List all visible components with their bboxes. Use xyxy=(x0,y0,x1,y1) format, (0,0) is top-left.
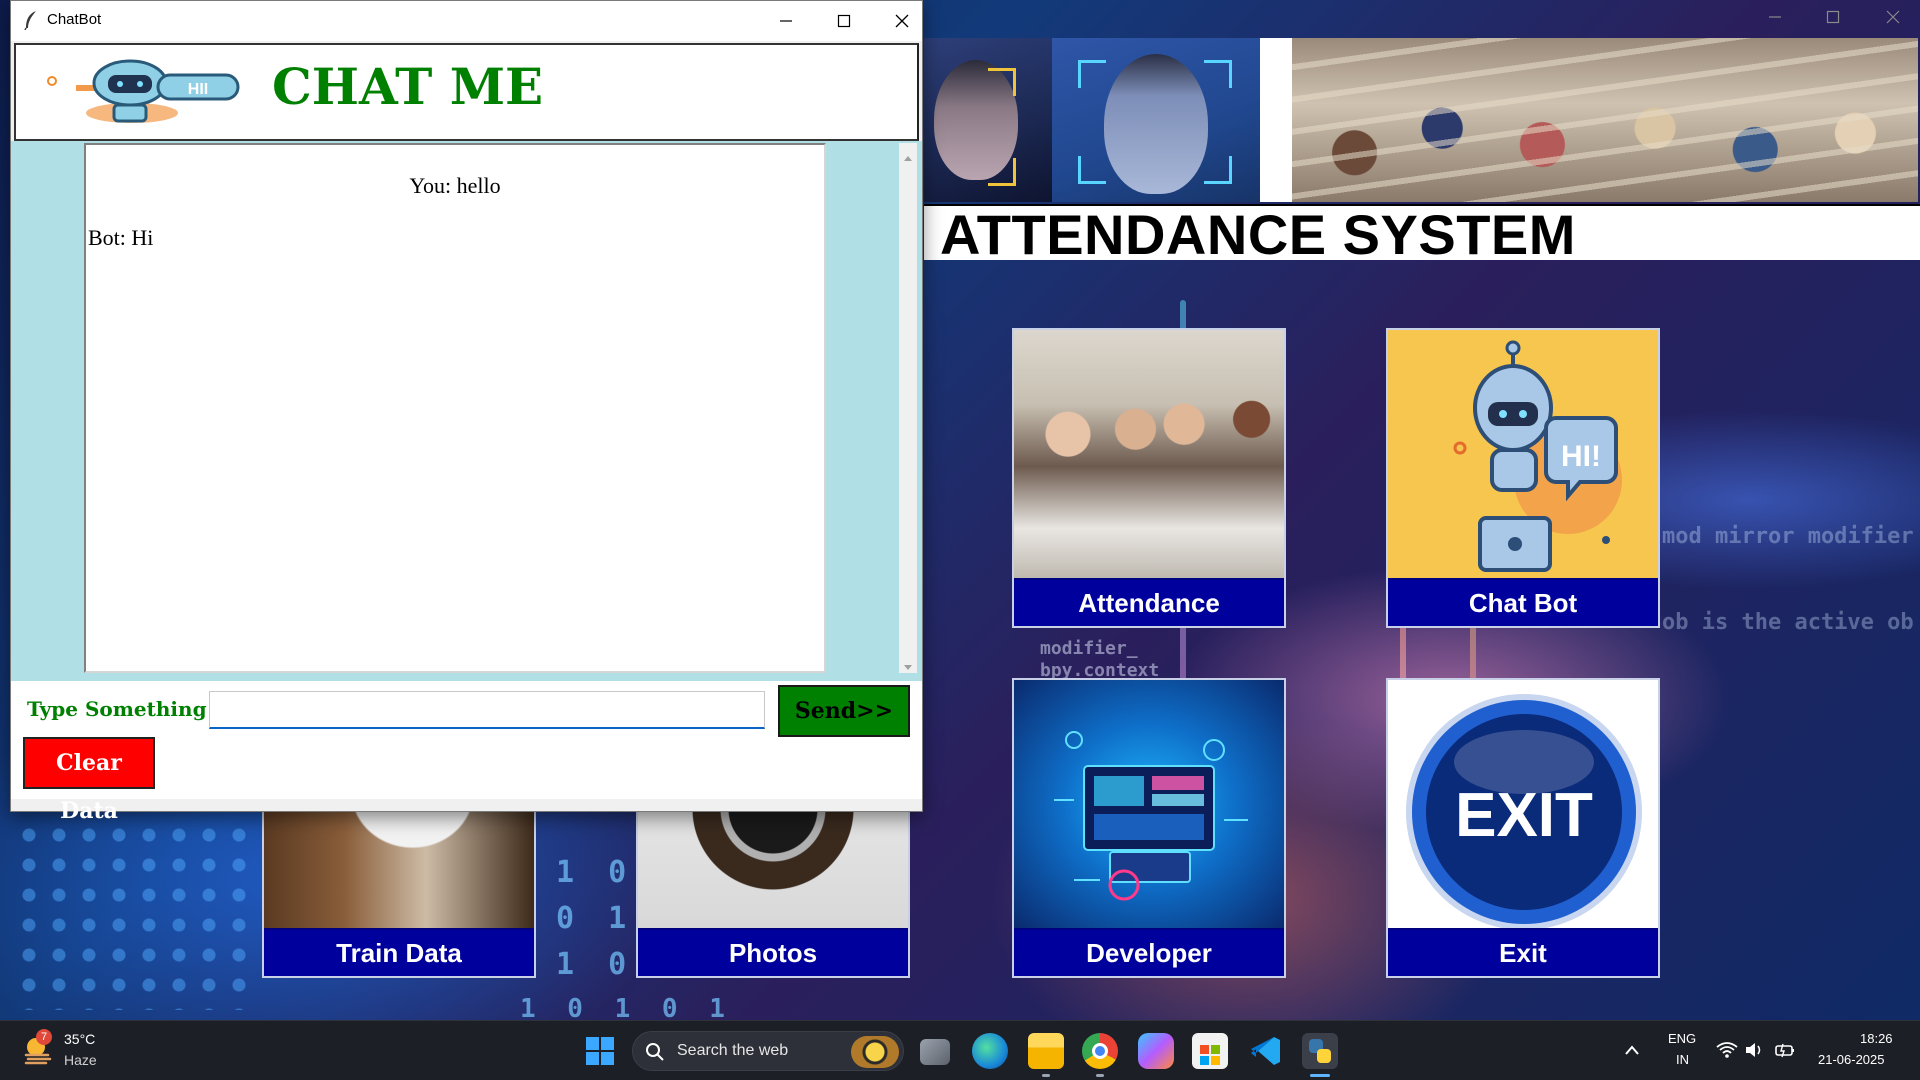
exit-tile[interactable]: EXIT Exit xyxy=(1386,678,1660,978)
chat-title: CHAT ME xyxy=(272,57,544,116)
app-title: ATTENDANCE SYSTEM xyxy=(940,203,1576,266)
file-explorer-icon[interactable] xyxy=(1028,1033,1064,1069)
developer-tile[interactable]: Developer xyxy=(1012,678,1286,978)
battery-icon[interactable] xyxy=(1774,1041,1796,1064)
weather-widget[interactable]: 7 xyxy=(22,1029,56,1067)
exit-image: EXIT xyxy=(1388,680,1658,928)
vscode-icon[interactable] xyxy=(1248,1033,1284,1069)
chat-scrollbar[interactable] xyxy=(899,143,917,673)
language-indicator[interactable]: ENG xyxy=(1668,1031,1696,1046)
message-input[interactable] xyxy=(209,691,765,729)
exit-label: Exit xyxy=(1388,930,1658,976)
edge-icon[interactable] xyxy=(972,1033,1008,1069)
scroll-up-icon[interactable] xyxy=(903,149,913,167)
volume-icon[interactable] xyxy=(1744,1041,1764,1064)
windows-start-icon[interactable] xyxy=(582,1033,618,1069)
bg-dots xyxy=(14,820,254,1010)
chat-body: You: hello Bot: Hi xyxy=(11,141,922,681)
app-title-bar: ATTENDANCE SYSTEM xyxy=(924,203,1920,266)
maximize-icon[interactable] xyxy=(821,5,867,37)
chatbot-window-title: ChatBot xyxy=(47,11,102,28)
attendance-label: Attendance xyxy=(1014,580,1284,626)
search-highlight-icon xyxy=(851,1036,899,1068)
store-icon[interactable] xyxy=(1192,1033,1228,1069)
chat-input-area: Type Something Send>> Clear Data xyxy=(11,681,922,824)
developer-image xyxy=(1014,680,1284,928)
chat-header: HII CHAT ME xyxy=(14,43,919,141)
feather-icon xyxy=(23,10,39,35)
search-icon xyxy=(645,1042,665,1067)
minimize-icon[interactable] xyxy=(763,5,809,37)
chatbot-window: ChatBot HII CHAT ME You: hello Bot: Hi T… xyxy=(10,0,923,824)
running-indicator xyxy=(1096,1074,1104,1077)
bg-binary: 1 0 1 0 1 xyxy=(520,994,733,1020)
search-placeholder: Search the web xyxy=(677,1042,789,1059)
chat-bot-label: Chat Bot xyxy=(1388,580,1658,626)
chatbot-image: HI! xyxy=(1388,330,1658,578)
weather-badge: 7 xyxy=(36,1029,52,1045)
close-icon[interactable] xyxy=(1886,8,1900,29)
classroom-header-image xyxy=(1292,38,1918,202)
face-recognition-image-female xyxy=(924,38,1052,202)
chevron-up-icon[interactable] xyxy=(1624,1043,1640,1061)
chatbot-titlebar: ChatBot xyxy=(11,1,922,41)
chatbot-art-text: HI! xyxy=(1561,440,1601,473)
region-indicator[interactable]: IN xyxy=(1676,1052,1689,1067)
taskbar: 7 35°C Haze Search the web ENG IN 18:26 … xyxy=(0,1020,1920,1080)
maximize-icon[interactable] xyxy=(1826,8,1840,29)
bg-code-line: mod mirror modifier xyxy=(1662,524,1914,549)
weather-temp: 35°C xyxy=(64,1031,96,1047)
robot-logo: HII xyxy=(42,57,252,132)
clock-time[interactable]: 18:26 xyxy=(1860,1031,1893,1046)
copilot-icon[interactable] xyxy=(1138,1033,1174,1069)
attendance-tile[interactable]: Attendance xyxy=(1012,328,1286,628)
photos-label: Photos xyxy=(638,930,908,976)
type-something-label: Type Something xyxy=(27,697,207,721)
running-indicator xyxy=(1042,1074,1050,1077)
chat-transcript[interactable]: You: hello Bot: Hi xyxy=(84,143,826,673)
clear-data-button[interactable]: Clear Data xyxy=(23,737,155,824)
header-gap xyxy=(1260,38,1292,202)
scroll-down-icon[interactable] xyxy=(903,659,913,677)
logo-badge-text: HII xyxy=(188,81,208,98)
minimize-icon[interactable] xyxy=(1768,8,1782,29)
wifi-icon[interactable] xyxy=(1716,1041,1738,1064)
chrome-icon[interactable] xyxy=(1082,1033,1118,1069)
bg-code-line: ob is the active ob xyxy=(1662,610,1914,635)
clock-date[interactable]: 21-06-2025 xyxy=(1818,1052,1885,1067)
close-icon[interactable] xyxy=(879,5,925,37)
bot-message: Bot: Hi xyxy=(88,225,154,250)
attendance-image xyxy=(1014,330,1284,578)
exit-art-text: EXIT xyxy=(1455,781,1593,850)
developer-label: Developer xyxy=(1014,930,1284,976)
train-data-label: Train Data xyxy=(264,930,534,976)
user-message: You: hello xyxy=(409,173,501,198)
active-indicator xyxy=(1310,1074,1330,1077)
weather-desc: Haze xyxy=(64,1052,97,1068)
send-button[interactable]: Send>> xyxy=(778,685,910,737)
python-icon[interactable] xyxy=(1302,1033,1338,1069)
face-recognition-image-male xyxy=(1052,38,1260,202)
task-view-icon[interactable] xyxy=(920,1039,950,1065)
chat-bot-tile[interactable]: HI! Chat Bot xyxy=(1386,328,1660,628)
taskbar-search[interactable]: Search the web xyxy=(632,1031,904,1071)
